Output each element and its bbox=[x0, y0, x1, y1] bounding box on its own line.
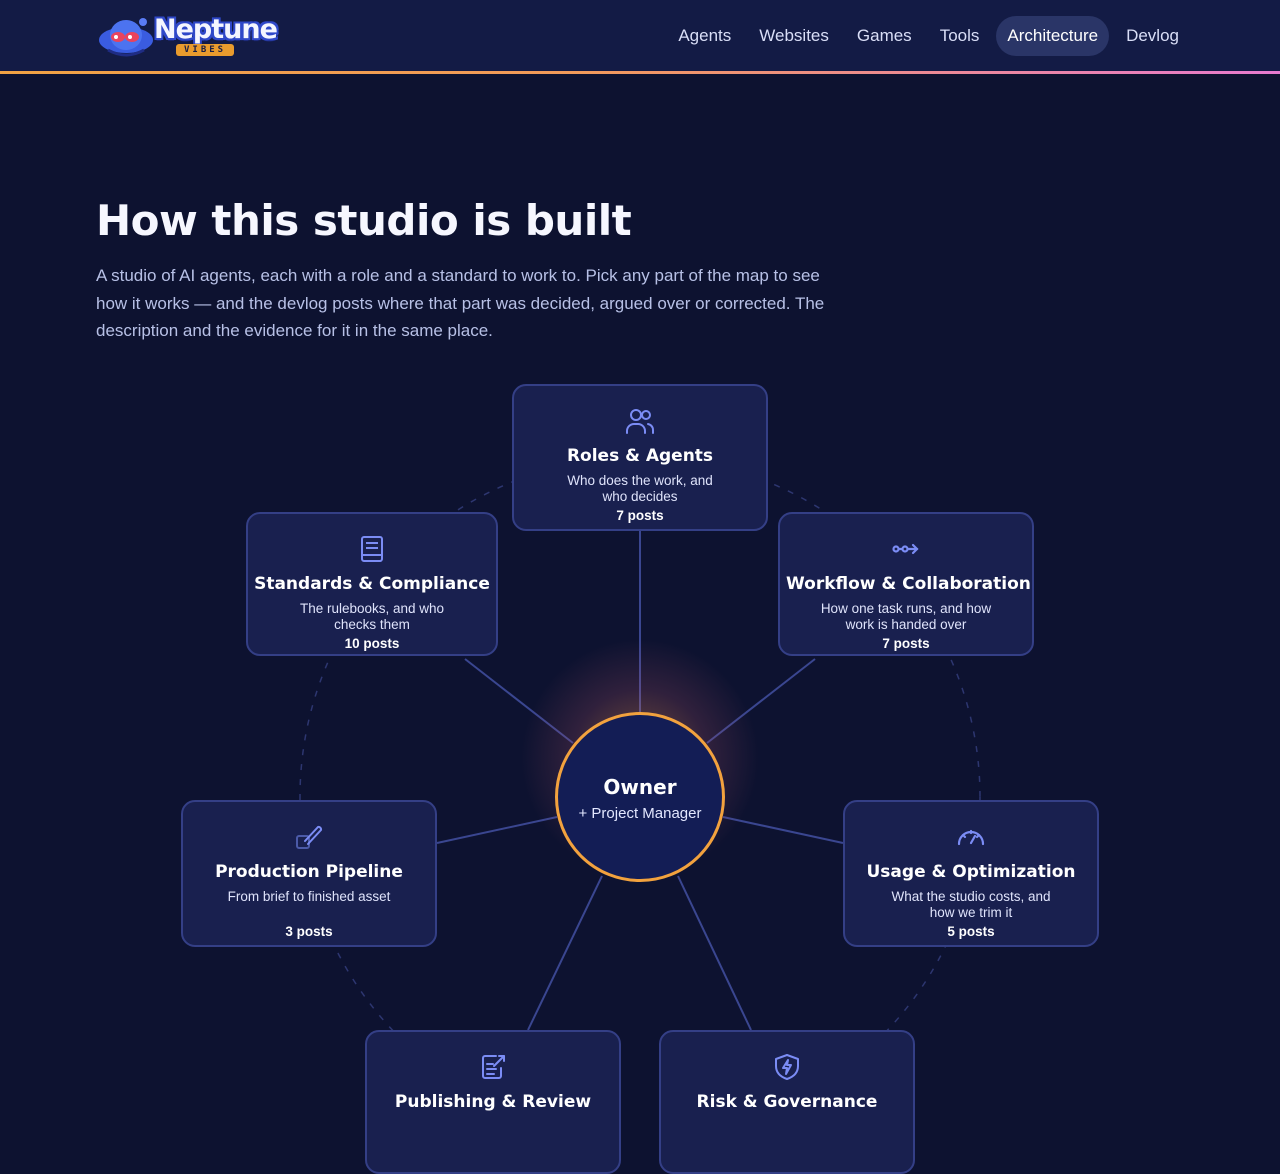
map-node-publishing-review[interactable]: Publishing & Review bbox=[365, 1030, 621, 1174]
node-description: From brief to finished asset bbox=[227, 889, 391, 904]
node-title: Roles & Agents bbox=[566, 446, 714, 466]
node-post-count: 3 posts bbox=[285, 924, 333, 939]
node-post-count: 7 posts bbox=[616, 508, 664, 523]
map-node-roles-agents[interactable]: Roles & Agents Who does the work, and wh… bbox=[512, 384, 768, 531]
node-title: Workflow & Collaboration bbox=[786, 574, 1031, 594]
map-node-standards-compliance[interactable]: Standards & Compliance The rulebooks, an… bbox=[246, 512, 498, 656]
edit-document-icon bbox=[482, 1055, 505, 1079]
map-node-risk-governance[interactable]: Risk & Governance bbox=[659, 1030, 915, 1174]
map-node-usage-optimization[interactable]: Usage & Optimization What the studio cos… bbox=[843, 800, 1099, 947]
node-post-count: 7 posts bbox=[882, 636, 930, 651]
node-title: Publishing & Review bbox=[394, 1092, 592, 1112]
node-post-count: 10 posts bbox=[344, 636, 400, 651]
connector-risk bbox=[677, 875, 752, 1031]
book-icon bbox=[361, 536, 383, 562]
node-title: Standards & Compliance bbox=[254, 574, 490, 594]
node-description: How one task runs, and how work is hande… bbox=[820, 601, 992, 632]
center-node-subtitle: + Project Manager bbox=[578, 805, 702, 822]
center-node-owner[interactable]: Owner + Project Manager bbox=[555, 712, 725, 882]
brush-icon bbox=[296, 825, 323, 849]
map-node-production-pipeline[interactable]: Production Pipeline From brief to finish… bbox=[181, 800, 437, 947]
users-icon bbox=[626, 409, 655, 434]
connector-publishing bbox=[527, 875, 603, 1031]
workflow-icon bbox=[892, 543, 919, 555]
gauge-icon bbox=[957, 829, 985, 846]
node-post-count: 5 posts bbox=[947, 924, 995, 939]
node-title: Risk & Governance bbox=[696, 1092, 878, 1112]
shield-bolt-icon bbox=[775, 1054, 799, 1080]
node-description: The rulebooks, and who checks them bbox=[299, 601, 445, 632]
node-description: What the studio costs, and how we trim i… bbox=[891, 889, 1051, 920]
node-title: Usage & Optimization bbox=[866, 862, 1076, 882]
node-title: Production Pipeline bbox=[215, 862, 403, 882]
map-node-workflow-collaboration[interactable]: Workflow & Collaboration How one task ru… bbox=[778, 512, 1034, 656]
node-description: Who does the work, and who decides bbox=[567, 473, 713, 504]
center-node-title: Owner bbox=[603, 775, 677, 799]
